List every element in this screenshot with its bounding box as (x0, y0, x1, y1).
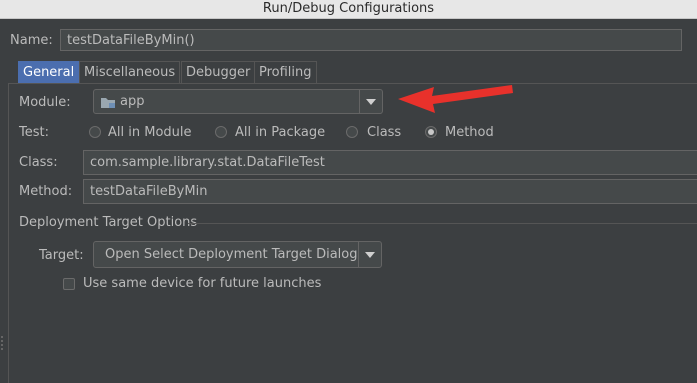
chevron-down-icon (365, 251, 375, 258)
class-field[interactable]: com.sample.library.stat.DataFileTest (83, 150, 697, 175)
resize-handle[interactable] (1, 336, 5, 350)
name-field[interactable]: testDataFileByMin() (60, 29, 682, 51)
target-combo[interactable]: Open Select Deployment Target Dialog (93, 241, 382, 268)
window-title: Run/Debug Configurations (262, 1, 435, 16)
radio-all-in-module[interactable] (89, 126, 101, 138)
same-device-checkbox[interactable] (63, 278, 75, 290)
radio-class-label[interactable]: Class (367, 125, 401, 140)
deployment-section-title: Deployment Target Options (19, 215, 198, 230)
class-field-value: com.sample.library.stat.DataFileTest (90, 155, 325, 170)
name-field-value: testDataFileByMin() (67, 33, 195, 48)
module-combo[interactable]: app (93, 89, 383, 114)
chevron-down-icon (366, 98, 376, 105)
target-value: Open Select Deployment Target Dialog (105, 247, 358, 262)
tab-miscellaneous[interactable]: Miscellaneous (79, 61, 181, 83)
radio-class[interactable] (346, 126, 358, 138)
method-label: Method: (19, 184, 73, 199)
module-value: app (120, 94, 145, 109)
section-divider (188, 223, 697, 224)
class-label: Class: (19, 155, 58, 170)
name-label: Name: (10, 33, 53, 48)
radio-all-in-module-label[interactable]: All in Module (108, 125, 192, 140)
same-device-label[interactable]: Use same device for future launches (83, 276, 321, 291)
target-label: Target: (39, 248, 84, 263)
radio-all-in-package[interactable] (215, 126, 227, 138)
tab-debugger[interactable]: Debugger (181, 61, 256, 83)
tab-profiling[interactable]: Profiling (254, 61, 317, 83)
method-field-value: testDataFileByMin (90, 184, 208, 199)
test-label: Test: (19, 125, 49, 140)
red-arrow-annotation (398, 85, 513, 113)
radio-all-in-package-label[interactable]: All in Package (235, 125, 325, 140)
module-dropdown-button[interactable] (359, 90, 382, 113)
window-titlebar: Run/Debug Configurations (0, 0, 697, 19)
target-dropdown-button[interactable] (358, 242, 381, 267)
module-label: Module: (19, 95, 71, 110)
tab-general[interactable]: General (18, 61, 80, 83)
radio-method-label[interactable]: Method (445, 125, 494, 140)
folder-icon (100, 96, 116, 113)
radio-method[interactable] (425, 126, 437, 138)
method-field[interactable]: testDataFileByMin (83, 179, 697, 204)
